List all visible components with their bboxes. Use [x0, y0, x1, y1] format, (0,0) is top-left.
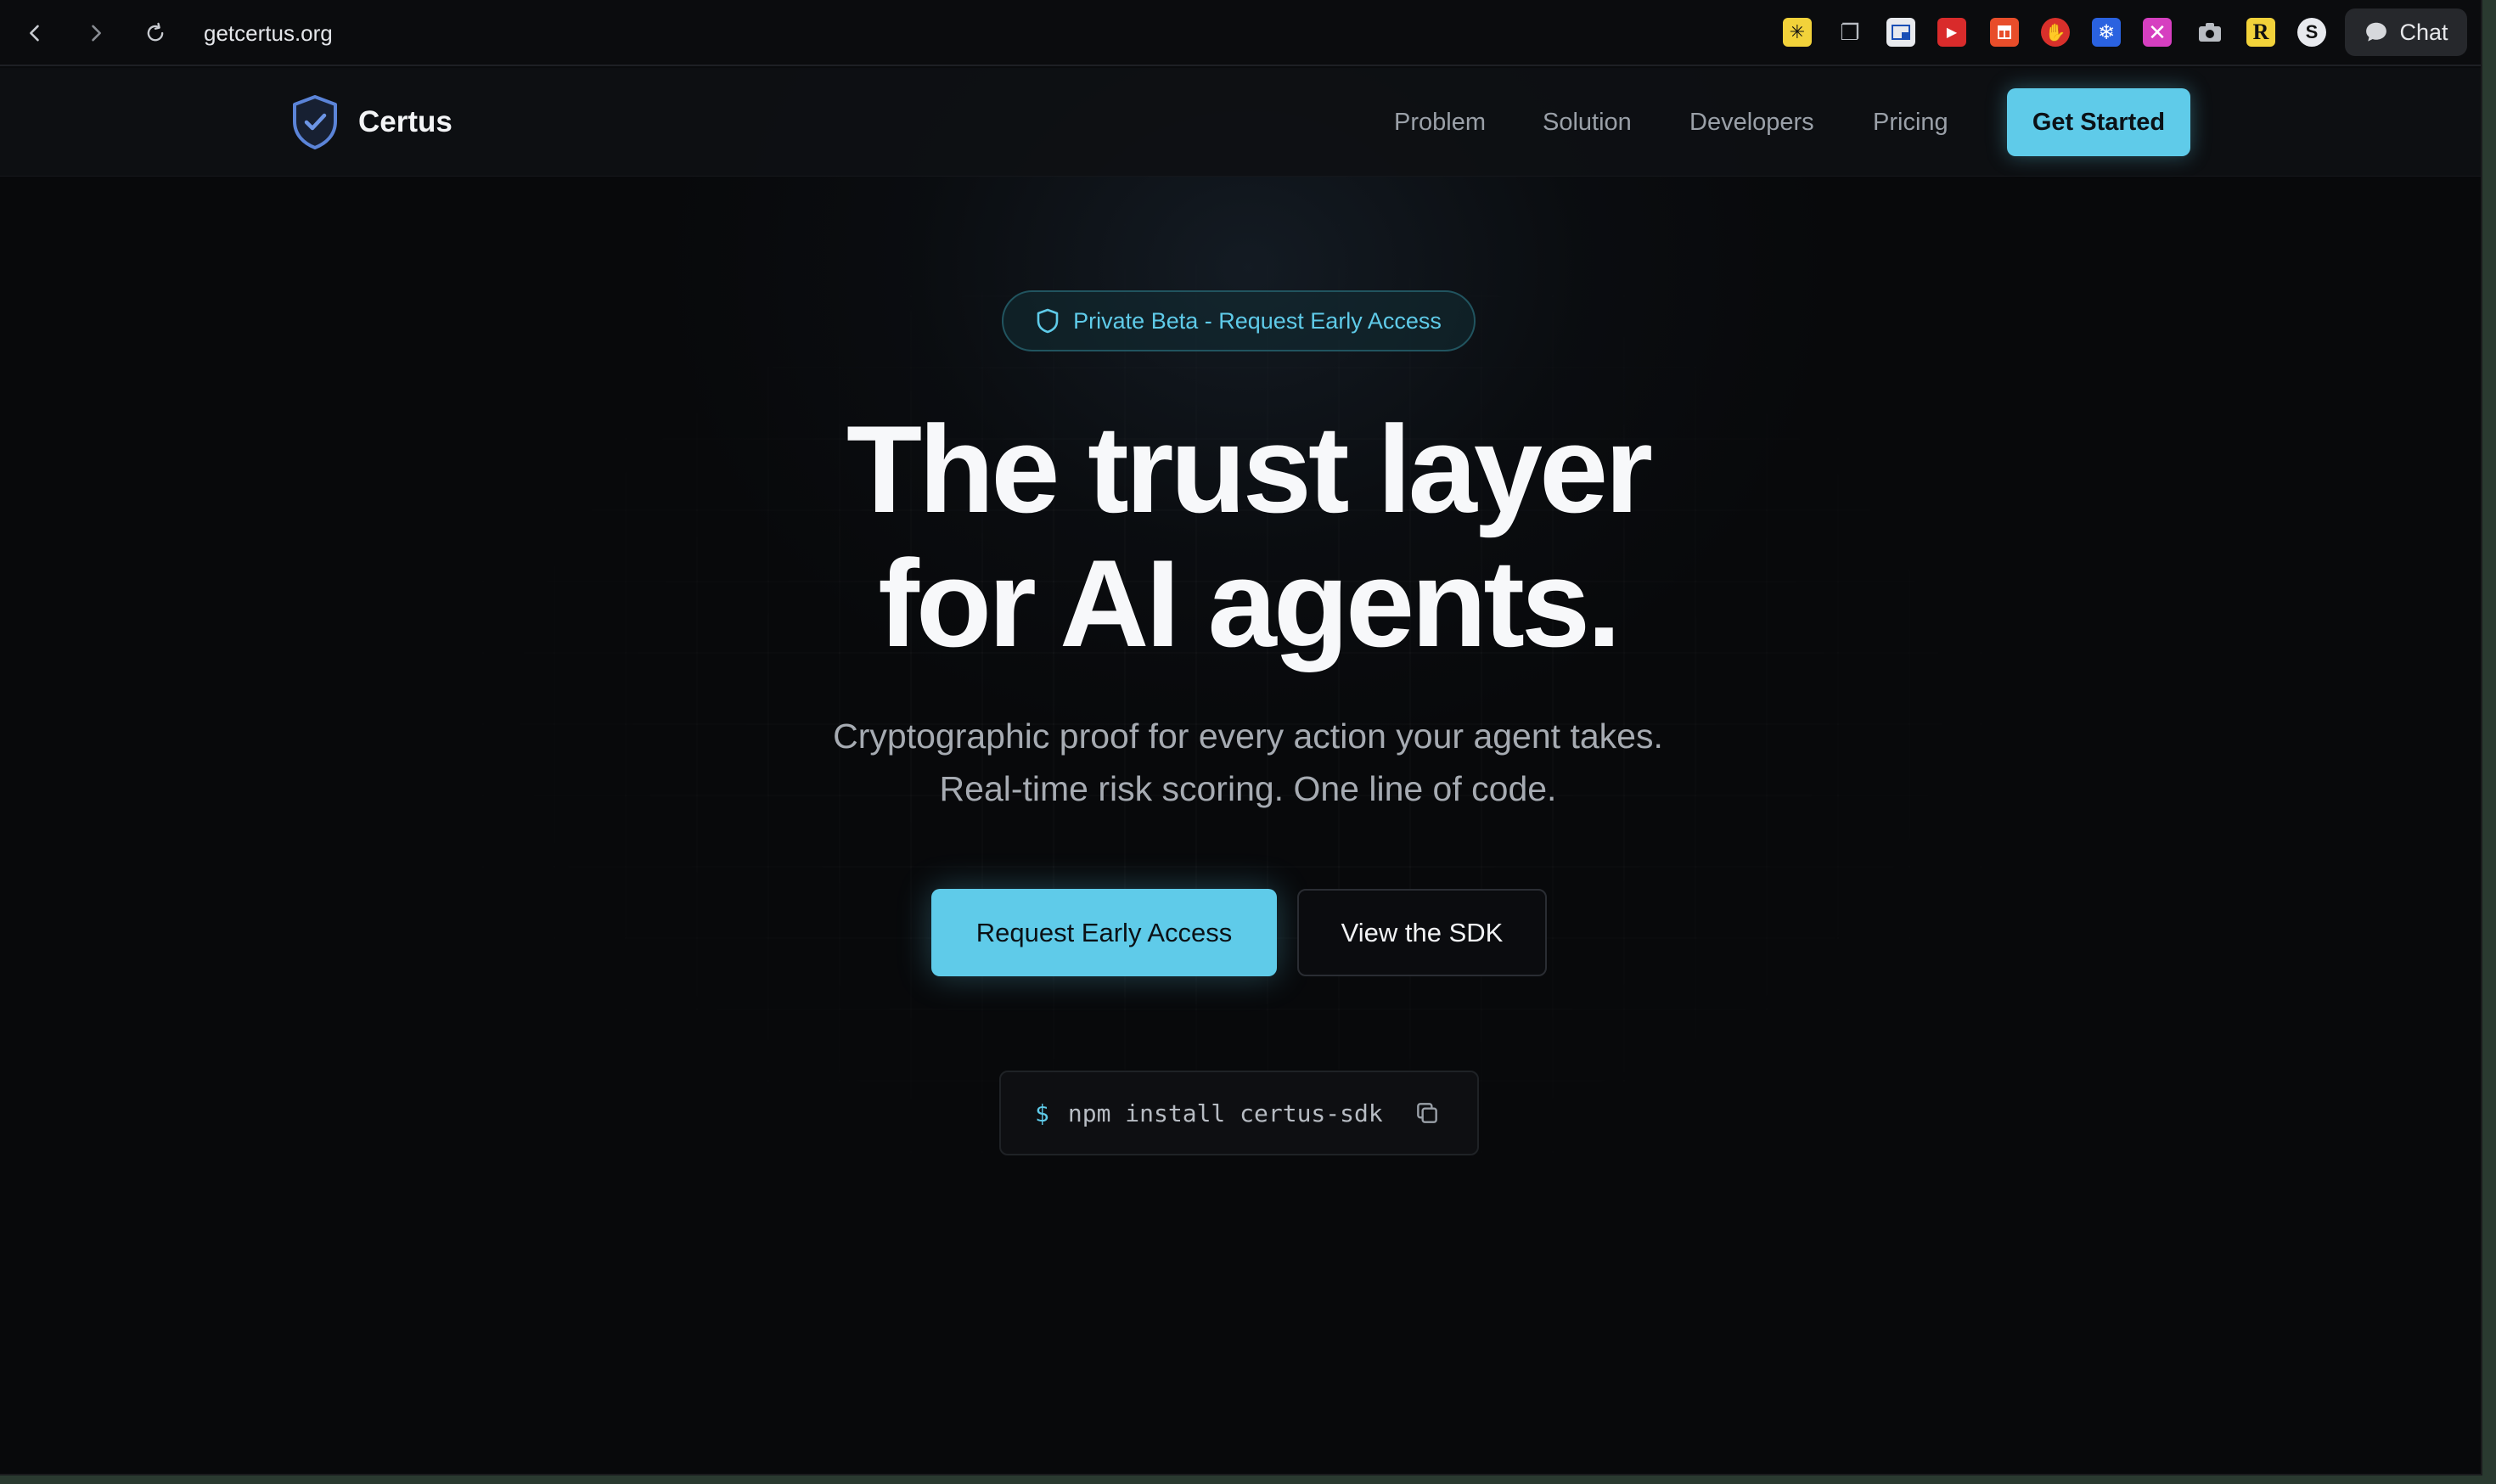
copy-pages-extension-icon[interactable]: ❐ [1835, 18, 1864, 47]
back-button[interactable] [17, 15, 53, 51]
view-sdk-button[interactable]: View the SDK [1297, 889, 1547, 976]
chat-bubble-icon [2366, 22, 2387, 42]
reload-icon [147, 22, 164, 42]
s-extension-icon[interactable]: S [2297, 18, 2326, 47]
forward-button[interactable] [78, 15, 114, 51]
brand-name: Certus [358, 105, 453, 138]
snowflake-extension-icon[interactable]: ❄ [2092, 18, 2121, 47]
grid-icon [1998, 25, 2011, 39]
hero-subtitle: Cryptographic proof for every action you… [569, 710, 1927, 815]
r-extension-icon[interactable]: R [2246, 18, 2275, 47]
youtube-extension-icon[interactable]: ▶ [1937, 18, 1966, 47]
subtitle-line-1: Cryptographic proof for every action you… [833, 717, 1663, 756]
webpage: Certus Problem Solution Developers Prici… [0, 68, 2481, 1474]
window-icon [1892, 25, 1910, 40]
nav-link-developers[interactable]: Developers [1689, 104, 1814, 141]
beta-badge[interactable]: Private Beta - Request Early Access [1002, 290, 1476, 351]
asterisk-extension-icon[interactable]: ✳ [1783, 18, 1812, 47]
install-command-box: $ npm install certus-sdk [999, 1071, 1479, 1155]
hero-headline: The trust layer for AI agents. [399, 402, 2097, 671]
nav-link-problem[interactable]: Problem [1394, 104, 1486, 141]
install-command[interactable]: npm install certus-sdk [1068, 1099, 1383, 1127]
brand-logo-link[interactable]: Certus [290, 93, 453, 151]
window-extension-icon[interactable] [1886, 18, 1915, 47]
chevron-left-icon [30, 25, 39, 42]
headline-line-2: for AI agents. [878, 534, 1621, 672]
shield-icon [1037, 308, 1059, 334]
site-header: Certus Problem Solution Developers Prici… [0, 68, 2481, 177]
address-bar[interactable]: getcertus.org [204, 17, 333, 49]
copy-icon [1416, 1103, 1437, 1123]
headline-line-1: The trust layer [846, 400, 1653, 538]
hand-extension-icon[interactable]: ✋ [2041, 18, 2070, 47]
reload-button[interactable] [138, 15, 173, 51]
x-extension-icon[interactable]: ✕ [2143, 18, 2172, 47]
request-early-access-button[interactable]: Request Early Access [931, 889, 1277, 976]
chevron-right-icon [92, 25, 101, 42]
nav-link-solution[interactable]: Solution [1543, 104, 1632, 141]
browser-window: getcertus.org ✳ ❐ ▶ ✋ ❄ ✕ R S Chat Certu… [0, 0, 2482, 1476]
camera-icon [2199, 23, 2221, 42]
chat-button[interactable]: Chat [2345, 8, 2467, 56]
camera-extension-icon[interactable] [2195, 18, 2224, 47]
install-prompt: $ [1035, 1099, 1049, 1127]
nav-link-pricing[interactable]: Pricing [1873, 104, 1948, 141]
chat-label: Chat [2399, 19, 2448, 45]
beta-badge-label: Private Beta - Request Early Access [1073, 307, 1442, 334]
subtitle-line-2: Real-time risk scoring. One line of code… [939, 769, 1557, 808]
shield-check-icon [293, 95, 337, 149]
grid-extension-icon[interactable] [1990, 18, 2019, 47]
get-started-button[interactable]: Get Started [2007, 88, 2190, 156]
browser-toolbar: getcertus.org ✳ ❐ ▶ ✋ ❄ ✕ R S Chat [0, 0, 2481, 66]
copy-button[interactable] [1410, 1096, 1444, 1130]
